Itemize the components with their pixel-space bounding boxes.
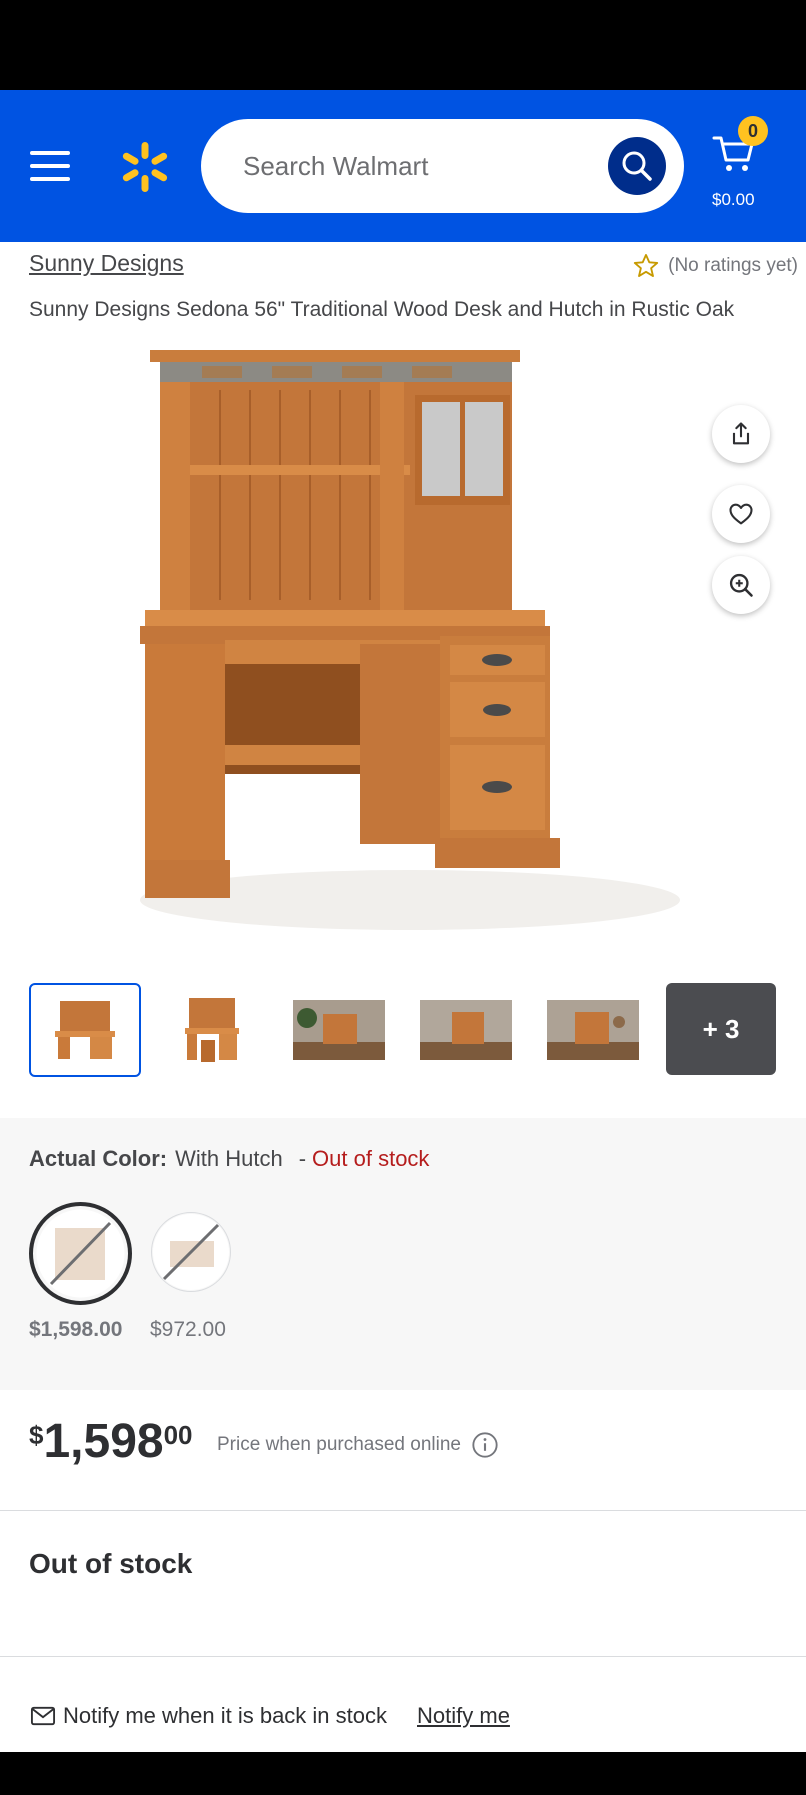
swatch-with-hutch[interactable] xyxy=(29,1202,132,1305)
color-label: Actual Color: xyxy=(29,1146,168,1171)
cart-button[interactable]: 0 $0.00 xyxy=(708,110,798,220)
stock-dash: - xyxy=(298,1146,307,1171)
availability-heading: Out of stock xyxy=(29,1548,193,1579)
thumbnail-3[interactable] xyxy=(283,983,395,1077)
search-bar xyxy=(201,119,684,213)
price-dollars: 1,598 xyxy=(43,1415,164,1468)
more-images-button[interactable]: + 3 xyxy=(666,983,776,1075)
price-currency: $ xyxy=(29,1420,44,1450)
star-outline-icon xyxy=(633,253,659,277)
price-cents: 00 xyxy=(163,1420,193,1450)
search-icon xyxy=(622,151,652,181)
thumbnail-2[interactable] xyxy=(156,983,268,1077)
brand-link[interactable]: Sunny Designs xyxy=(29,250,184,277)
swatch-price-1: $1,598.00 xyxy=(29,1318,123,1341)
header: 0 $0.00 xyxy=(0,90,806,242)
menu-icon[interactable] xyxy=(30,151,70,181)
swatch-price-2: $972.00 xyxy=(150,1318,226,1341)
rating[interactable]: (No ratings yet) xyxy=(632,252,798,280)
notify-row: Notify me when it is back in stock Notif… xyxy=(29,1702,510,1730)
walmart-spark-icon[interactable] xyxy=(118,140,172,194)
heart-icon xyxy=(729,503,753,525)
product-image[interactable] xyxy=(90,340,710,980)
thumbnail-4[interactable] xyxy=(410,983,522,1077)
thumbnail-5[interactable] xyxy=(537,983,649,1077)
divider xyxy=(0,1656,806,1657)
product-title: Sunny Designs Sedona 56" Traditional Woo… xyxy=(29,298,735,321)
thumbnail-strip: + 3 xyxy=(29,983,789,1077)
info-icon[interactable] xyxy=(471,1431,499,1459)
zoom-in-icon xyxy=(729,573,753,597)
favorite-button[interactable] xyxy=(712,485,770,543)
rating-text: (No ratings yet) xyxy=(668,255,798,276)
swatch-without-hutch[interactable] xyxy=(151,1212,231,1292)
mail-icon xyxy=(30,1706,56,1726)
divider xyxy=(0,1510,806,1511)
status-bar xyxy=(0,0,806,90)
color-row: Actual Color: With Hutch - Out of stock xyxy=(29,1146,429,1172)
variant-stock-status: Out of stock xyxy=(312,1146,430,1171)
thumbnail-1[interactable] xyxy=(29,983,141,1077)
search-input[interactable] xyxy=(243,141,583,191)
price-note: Price when purchased online xyxy=(217,1431,499,1459)
navigation-bar xyxy=(0,1752,806,1795)
cart-total: $0.00 xyxy=(712,190,755,209)
price-note-text: Price when purchased online xyxy=(217,1434,461,1455)
search-button[interactable] xyxy=(608,137,666,195)
price: $ 1,598 00 xyxy=(29,1414,193,1470)
variant-panel: Actual Color: With Hutch - Out of stock … xyxy=(0,1118,806,1390)
cart-count-badge: 0 xyxy=(738,116,768,146)
zoom-button[interactable] xyxy=(712,556,770,614)
share-button[interactable] xyxy=(712,405,770,463)
notify-text: Notify me when it is back in stock xyxy=(63,1703,388,1728)
share-icon xyxy=(732,422,750,445)
notify-me-link[interactable]: Notify me xyxy=(417,1703,510,1729)
color-value: With Hutch xyxy=(175,1146,283,1171)
